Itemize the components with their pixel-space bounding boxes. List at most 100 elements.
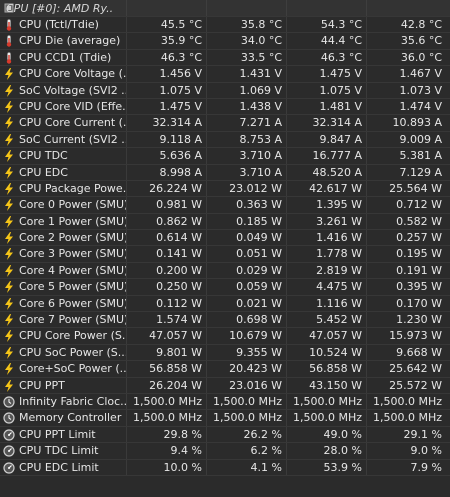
bolt-icon (3, 330, 15, 343)
sensor-row[interactable]: CPU Package Powe... 26.224 W 23.012 W 42.61… (0, 180, 450, 198)
sensor-max: 42.617 W (286, 180, 366, 197)
sensor-row[interactable]: Core 2 Power (SMU) 0.614 W 0.049 W 1.416 W0… (0, 230, 450, 247)
sensor-label: Core 2 Power (SMU) (19, 231, 126, 245)
sensor-label: Core 5 Power (SMU) (19, 280, 126, 294)
sensor-row[interactable]: Core 5 Power (SMU) 0.250 W 0.059 W 4.475 W0… (0, 279, 450, 296)
sensor-row[interactable]: SoC Voltage (SVI2 ... 1.075 V 1.069 V 1.075… (0, 82, 450, 99)
sensor-row[interactable]: CPU SoC Power (S... 9.801 W 9.355 W 10.524 … (0, 344, 450, 362)
sensor-min: 1,500.0 MHz (206, 410, 286, 426)
sensor-current: 29.8 % (126, 426, 206, 443)
sensor-min: 10.679 W (206, 328, 286, 344)
sensor-max: 1.116 W (286, 295, 366, 312)
sensor-current: 9.4 % (126, 443, 206, 459)
sensor-current: 0.141 W (126, 246, 206, 262)
sensor-row[interactable]: Core 6 Power (SMU) 0.112 W 0.021 W 1.116 W0… (0, 295, 450, 313)
sensor-row[interactable]: CPU TDC 5.636 A 3.710 A 16.777 A 5.381 A (0, 148, 450, 165)
sensor-row[interactable]: CPU Die (average) 35.9 °C 34.0 °C 44.4 °C 35… (0, 33, 450, 50)
sensor-current: 8.998 A (126, 164, 206, 180)
bolt-icon (3, 100, 15, 113)
sensor-label: SoC Voltage (SVI2 ... (19, 83, 126, 97)
sensor-min: 0.698 W (206, 312, 286, 328)
clock-icon (3, 412, 15, 424)
sensor-row[interactable]: Core 7 Power (SMU) 1.574 W 0.698 W 5.452 W1… (0, 312, 450, 329)
sensor-group-header[interactable]: CPU [#0]: AMD Ry... (0, 0, 450, 17)
bolt-icon (3, 297, 15, 310)
sensor-max: 56.858 W (286, 361, 366, 377)
sensor-min: 20.423 W (206, 361, 286, 377)
sensor-average: 9.0 % (366, 443, 446, 459)
sensor-average: 25.564 W (366, 180, 446, 197)
sensor-label: CPU Core Voltage (... (19, 67, 126, 81)
sensor-row[interactable]: CPU Core VID (Effe... 1.475 V 1.438 V 1.481… (0, 98, 450, 116)
bolt-icon (3, 379, 15, 392)
sensor-min: 0.051 W (206, 246, 286, 262)
sensor-row[interactable]: Core+SoC Power (... 56.858 W 20.423 W 56.85… (0, 361, 450, 378)
sensor-max: 28.0 % (286, 443, 366, 459)
sensor-current: 1.574 W (126, 312, 206, 328)
sensor-label: Core 4 Power (SMU) (19, 263, 126, 277)
sensor-min: 33.5 °C (206, 49, 286, 66)
sensor-max: 44.4 °C (286, 33, 366, 49)
sensor-min: 1.069 V (206, 82, 286, 98)
sensor-max: 4.475 W (286, 279, 366, 295)
sensor-min: 0.059 W (206, 279, 286, 295)
sensor-label: Memory Controller ... (19, 411, 126, 425)
bolt-icon (3, 281, 15, 294)
sensor-current: 1.456 V (126, 66, 206, 82)
gauge-icon (3, 445, 15, 457)
sensor-max: 3.261 W (286, 213, 366, 230)
sensor-row[interactable]: CPU EDC 8.998 A 3.710 A 48.520 A 7.129 A (0, 164, 450, 181)
bolt-icon (3, 68, 15, 81)
sensor-row[interactable]: Memory Controller ... 1,500.0 MHz 1,500.0 … (0, 410, 450, 427)
sensor-row[interactable]: Core 0 Power (SMU) 0.981 W 0.363 W 1.395 W0… (0, 197, 450, 214)
sensor-average: 29.1 % (366, 426, 446, 443)
sensor-average: 35.6 °C (366, 33, 446, 49)
sensor-row[interactable]: CPU EDC Limit 10.0 % 4.1 % 53.9 % 7.9 % (0, 459, 450, 476)
sensor-row[interactable]: SoC Current (SVI2 ... 9.118 A 8.753 A 9.847… (0, 131, 450, 149)
sensor-max: 32.314 A (286, 115, 366, 131)
sensor-row[interactable]: CPU PPT 26.204 W 23.016 W 43.150 W 25.572 W (0, 377, 450, 394)
sensor-row[interactable]: Core 4 Power (SMU) 0.200 W 0.029 W 2.819 W0… (0, 262, 450, 280)
sensor-average: 0.170 W (366, 295, 446, 312)
sensor-average: 9.668 W (366, 344, 446, 361)
bolt-icon (3, 84, 15, 97)
sensor-average: 0.257 W (366, 230, 446, 246)
sensor-row[interactable]: CPU Core Power (S... 47.057 W 10.679 W 47.0… (0, 328, 450, 345)
sensor-current: 56.858 W (126, 361, 206, 377)
sensor-min: 9.355 W (206, 344, 286, 361)
bolt-icon (3, 133, 15, 146)
sensor-current: 1.475 V (126, 98, 206, 115)
sensor-max: 54.3 °C (286, 17, 366, 33)
sensor-row[interactable]: CPU PPT Limit 29.8 % 26.2 % 49.0 % 29.1 % (0, 426, 450, 444)
sensor-min: 1.431 V (206, 66, 286, 82)
sensor-min: 0.021 W (206, 295, 286, 312)
sensor-label: Core 6 Power (SMU) (19, 296, 126, 310)
bolt-icon (3, 248, 15, 261)
sensor-current: 26.224 W (126, 180, 206, 197)
sensor-row[interactable]: Core 3 Power (SMU) 0.141 W 0.051 W 1.778 W0… (0, 246, 450, 263)
sensor-max: 1.395 W (286, 197, 366, 213)
sensor-row[interactable]: CPU Core Voltage (... 1.456 V 1.431 V 1.475… (0, 66, 450, 83)
thermometer-icon (3, 19, 15, 31)
sensor-average: 9.009 A (366, 131, 446, 148)
bolt-icon (3, 199, 15, 212)
sensor-min: 0.029 W (206, 262, 286, 279)
sensor-row[interactable]: CPU TDC Limit 9.4 % 6.2 % 28.0 % 9.0 % (0, 443, 450, 460)
sensor-max: 46.3 °C (286, 49, 366, 66)
sensor-current: 0.862 W (126, 213, 206, 230)
sensor-row[interactable]: CPU CCD1 (Tdie) 46.3 °C 33.5 °C 46.3 °C 36.0… (0, 49, 450, 67)
sensor-average: 1,500.0 MHz (366, 410, 446, 426)
sensor-average: 0.582 W (366, 213, 446, 230)
sensor-average: 25.572 W (366, 377, 446, 393)
gauge-icon (3, 461, 15, 474)
sensor-row[interactable]: Infinity Fabric Cloc... 1,500.0 MHz 1,500.… (0, 393, 450, 411)
sensor-row[interactable]: Core 1 Power (SMU) 0.862 W 0.185 W 3.261 W0… (0, 213, 450, 231)
sensor-current: 0.981 W (126, 197, 206, 213)
sensor-average: 10.893 A (366, 115, 446, 131)
sensor-average: 1.230 W (366, 312, 446, 328)
sensor-label: CPU Core VID (Effe... (19, 99, 126, 113)
sensor-row[interactable]: CPU (Tctl/Tdie) 45.5 °C 35.8 °C 54.3 °C 42.8… (0, 17, 450, 34)
sensor-row[interactable]: CPU Core Current (... 32.314 A 7.271 A 32.3… (0, 115, 450, 132)
sensor-max: 9.847 A (286, 131, 366, 148)
sensor-min: 0.049 W (206, 230, 286, 246)
